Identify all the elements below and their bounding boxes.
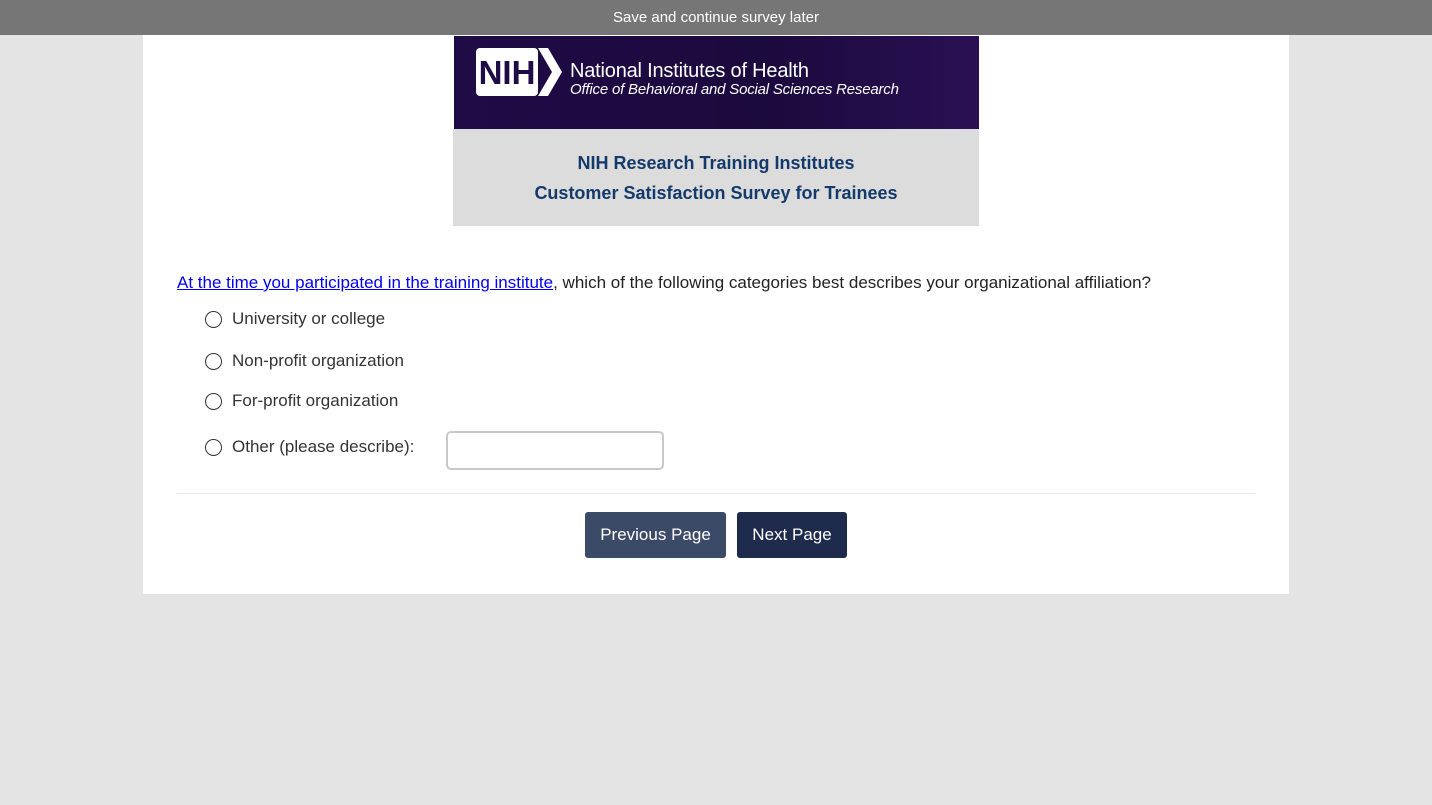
survey-title-line1: NIH Research Training Institutes [577,153,855,173]
nih-logo-text: NIH [479,54,536,91]
option-label-for-profit: For-profit organization [232,391,399,410]
divider [177,493,1255,494]
option-label-non-profit: Non-profit organization [232,351,404,370]
radio-non-profit[interactable] [205,352,222,370]
nih-logo-icon: NIH [476,48,562,96]
survey-title-banner: NIH Research Training Institutes Custome… [453,129,979,226]
option-label-university: University or college [232,309,386,328]
question-text: At the time you participated in the trai… [177,272,1267,294]
org-name: National Institutes of Health [570,60,809,82]
survey-title-line2: Customer Satisfaction Survey for Trainee… [534,183,898,203]
next-page-button[interactable]: Next Page [737,512,847,558]
question-body: , which of the following categories best… [553,273,1151,292]
option-label-other: Other (please describe): [232,437,415,456]
radio-other[interactable] [205,438,222,456]
office-name: Office of Behavioral and Social Sciences… [570,81,899,98]
previous-page-button[interactable]: Previous Page [585,512,726,558]
survey-container: NIH National Institutes of Health Office… [143,35,1289,594]
save-continue-later-link[interactable]: Save and continue survey later [0,0,1432,35]
radio-university[interactable] [205,310,222,328]
nih-header-banner: NIH National Institutes of Health Office… [454,36,979,129]
radio-for-profit[interactable] [205,392,222,410]
training-institute-link[interactable]: At the time you participated in the trai… [177,273,553,292]
option-university[interactable]: University or college [205,307,385,331]
option-non-profit[interactable]: Non-profit organization [205,349,404,373]
other-description-input[interactable] [446,431,664,470]
option-for-profit[interactable]: For-profit organization [205,389,398,413]
option-other[interactable]: Other (please describe): [205,435,414,459]
